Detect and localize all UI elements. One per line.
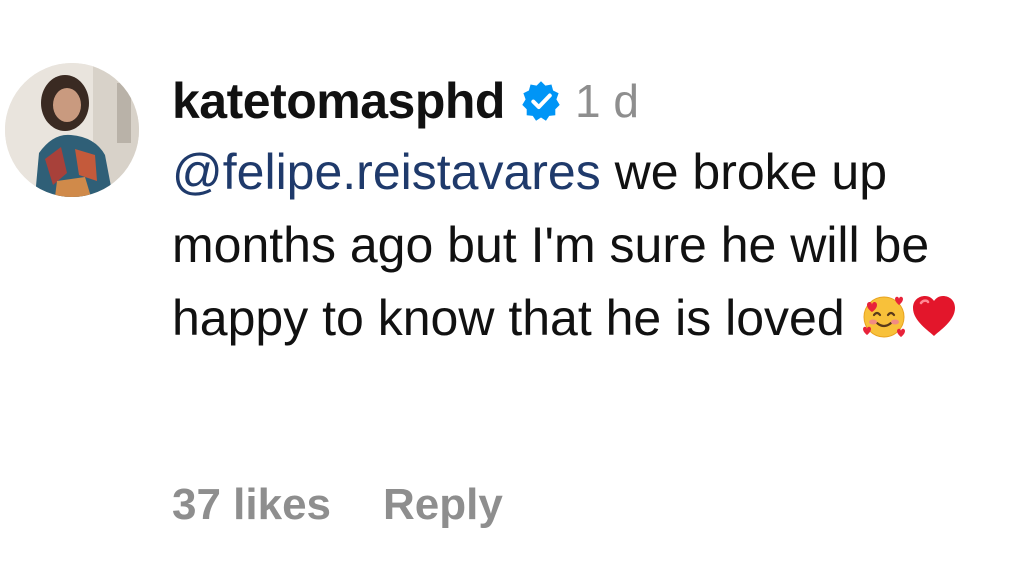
avatar[interactable] xyxy=(5,63,139,197)
comment-header: katetomasphd 1 d xyxy=(172,66,1012,136)
comment-text: @felipe.reistavares we broke up months a… xyxy=(172,136,1002,355)
avatar-photo xyxy=(5,63,139,197)
smiling-face-with-hearts-icon xyxy=(859,288,909,338)
mention-link[interactable]: @felipe.reistavares xyxy=(172,144,601,200)
verified-badge-icon xyxy=(519,79,563,123)
timestamp: 1 d xyxy=(574,75,639,127)
comment-footer: 37 likes Reply xyxy=(172,480,503,530)
likes-count[interactable]: 37 likes xyxy=(172,480,331,530)
username[interactable]: katetomasphd xyxy=(172,72,505,130)
red-heart-icon xyxy=(909,288,959,338)
comment: katetomasphd 1 d @felipe.reistavares we … xyxy=(0,0,1024,576)
reply-button[interactable]: Reply xyxy=(383,480,503,530)
comment-content: katetomasphd 1 d @felipe.reistavares we … xyxy=(172,66,1012,355)
